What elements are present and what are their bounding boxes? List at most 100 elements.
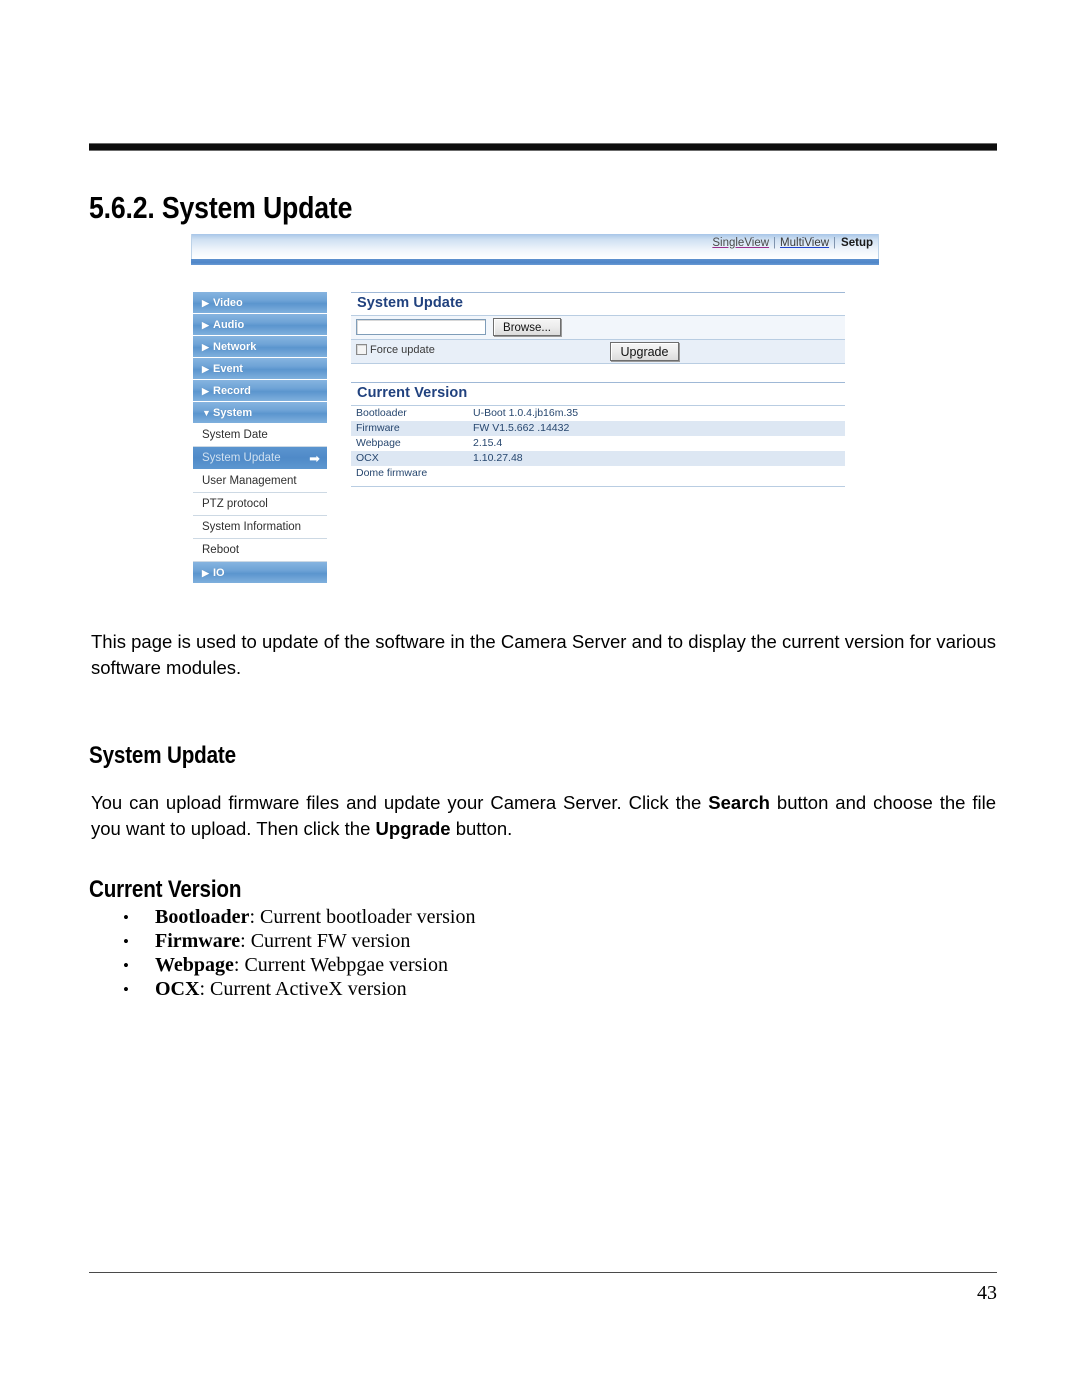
force-update-row: Force update Upgrade <box>351 339 845 364</box>
sidebar-item-label: Event <box>213 363 243 375</box>
bullet-icon: • <box>123 932 129 951</box>
chevron-right-icon: ▶ <box>202 386 209 396</box>
version-name: Dome firmware <box>356 467 428 479</box>
camera-server-screenshot: SingleView | MultiView | Setup ▶ Video ▶ Audio… <box>191 234 879 592</box>
search-button-mention: Search <box>708 791 770 813</box>
browse-button[interactable]: Browse... <box>493 318 561 336</box>
version-value: U-Boot 1.0.4.jb16m.35 <box>473 407 579 419</box>
sidebar-item-ptz-protocol[interactable]: PTZ protocol <box>193 493 327 516</box>
sidebar-item-reboot[interactable]: Reboot <box>193 539 327 562</box>
nav-separator-2: | <box>833 237 837 249</box>
version-value <box>468 466 845 481</box>
version-value: 1.10.27.48 <box>473 452 523 464</box>
sidebar-item-label: User Management <box>202 475 297 487</box>
version-name: OCX <box>356 452 379 464</box>
table-bottom-rule <box>351 486 845 487</box>
version-value: FW V1.5.662 .14432 <box>473 422 570 434</box>
chevron-right-icon: ▶ <box>202 320 209 330</box>
sidebar-item-system-update[interactable]: System Update ➡ <box>193 447 327 470</box>
main-panel: System Update Browse... Force update Upg… <box>351 292 845 487</box>
system-update-subheading: System Update <box>89 741 236 769</box>
page-top-rule <box>89 143 997 151</box>
page-number: 43 <box>977 1282 997 1304</box>
version-value: 2.15.4 <box>473 437 503 449</box>
upload-text-part-1: You can upload firmware files and update… <box>91 791 709 813</box>
sidebar-item-label: PTZ protocol <box>202 498 268 510</box>
sidebar-item-system-information[interactable]: System Information <box>193 516 327 539</box>
bullet-icon: • <box>123 980 129 999</box>
chevron-right-icon: ▶ <box>202 298 209 308</box>
nav-link-setup[interactable]: Setup <box>839 237 873 249</box>
table-row: Bootloader U-Boot 1.0.4.jb16m.35 <box>351 405 845 421</box>
current-version-table: Bootloader U-Boot 1.0.4.jb16m.35 Firmwar… <box>351 405 845 481</box>
sidebar-item-system[interactable]: ▼ System <box>193 402 327 424</box>
version-name: Firmware <box>356 422 400 434</box>
version-definition-list: • Bootloader: Current bootloader version… <box>123 905 823 1001</box>
chevron-right-icon: ▶ <box>202 364 209 374</box>
list-item-term: OCX <box>155 978 200 1000</box>
table-row: Firmware FW V1.5.662 .14432 <box>351 421 845 436</box>
page-title: 5.6.2. System Update <box>89 189 353 225</box>
sidebar-item-system-date[interactable]: System Date <box>193 424 327 447</box>
sidebar-item-network[interactable]: ▶ Network <box>193 336 327 358</box>
bullet-icon: • <box>123 908 129 927</box>
force-update-checkbox-group[interactable]: Force update <box>356 344 435 356</box>
sidebar-item-label: Reboot <box>202 544 240 556</box>
sidebar-item-io[interactable]: ▶ IO <box>193 562 327 584</box>
table-row: Dome firmware <box>351 466 845 481</box>
firmware-file-input[interactable] <box>356 319 486 335</box>
bullet-icon: • <box>123 956 129 975</box>
version-name: Bootloader <box>356 407 407 419</box>
chevron-right-icon: ▶ <box>202 568 209 578</box>
nav-link-multiview[interactable]: MultiView <box>779 237 830 249</box>
force-update-label: Force update <box>370 344 435 356</box>
system-update-section-title: System Update <box>351 292 845 315</box>
sidebar-item-label: System Information <box>202 521 302 533</box>
list-item-term: Firmware <box>155 930 241 952</box>
sidebar-item-label: Video <box>213 297 243 309</box>
list-item: • Webpage: Current Webpgae version <box>123 953 823 977</box>
list-item: • OCX: Current ActiveX version <box>123 977 823 1001</box>
manual-page: 5.6.2. System Update SingleView | MultiVie… <box>0 0 1080 1397</box>
upload-instructions-paragraph: You can upload firmware files and update… <box>91 790 996 842</box>
nav-underbar <box>191 259 879 265</box>
chevron-down-icon: ▼ <box>202 408 211 418</box>
list-item: • Firmware: Current FW version <box>123 929 823 953</box>
chevron-right-icon: ▶ <box>202 342 209 352</box>
list-item-desc: : Current bootloader version <box>249 906 476 928</box>
list-item-desc: : Current Webpgae version <box>233 954 448 976</box>
sidebar-item-video[interactable]: ▶ Video <box>193 292 327 314</box>
current-version-subheading: Current Version <box>89 875 242 903</box>
screenshot-top-nav: SingleView | MultiView | Setup <box>191 234 879 259</box>
list-item-desc: : Current FW version <box>240 930 411 952</box>
sidebar-item-user-management[interactable]: User Management <box>193 470 327 493</box>
upgrade-button[interactable]: Upgrade <box>610 342 679 361</box>
arrow-right-icon: ➡ <box>309 451 320 466</box>
sidebar-item-label: System Update <box>202 452 281 464</box>
list-item-desc: : Current ActiveX version <box>199 978 407 1000</box>
sidebar-item-label: Network <box>213 341 257 353</box>
nav-separator-1: | <box>773 237 777 249</box>
sidebar-menu: ▶ Video ▶ Audio ▶ Network ▶ Event ▶ Record ▼ S… <box>193 292 327 584</box>
sidebar-item-audio[interactable]: ▶ Audio <box>193 314 327 336</box>
current-version-section-title: Current Version <box>351 382 845 405</box>
nav-links-group: SingleView | MultiView | Setup <box>711 237 873 249</box>
file-select-row: Browse... <box>351 315 845 339</box>
sidebar-item-label: Record <box>213 385 251 397</box>
sidebar-item-label: System Date <box>202 429 268 441</box>
sidebar-item-event[interactable]: ▶ Event <box>193 358 327 380</box>
footer-rule <box>89 1272 997 1273</box>
nav-link-singleview[interactable]: SingleView <box>711 237 770 249</box>
upgrade-button-mention: Upgrade <box>375 817 451 839</box>
force-update-checkbox[interactable] <box>356 344 367 355</box>
version-name: Webpage <box>356 437 401 449</box>
list-item-term: Webpage <box>155 954 234 976</box>
upload-text-part-3: button. <box>450 817 513 839</box>
table-row: OCX 1.10.27.48 <box>351 451 845 466</box>
list-item-term: Bootloader <box>155 906 250 928</box>
list-item: • Bootloader: Current bootloader version <box>123 905 823 929</box>
intro-paragraph: This page is used to update of the softw… <box>91 630 996 678</box>
sidebar-item-label: System <box>213 407 253 419</box>
sidebar-item-record[interactable]: ▶ Record <box>193 380 327 402</box>
sidebar-item-label: IO <box>213 567 225 579</box>
